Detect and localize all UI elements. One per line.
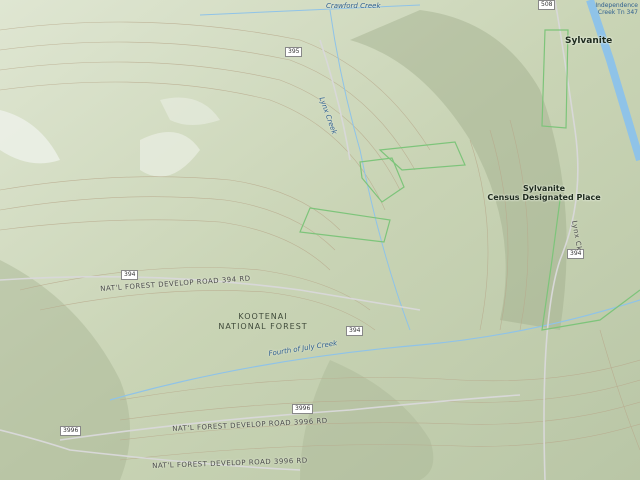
area-label-kootenai-national-forest: KOOTENAI NATIONAL FOREST [208, 312, 318, 332]
place-label-independence-creek: Independence Creek Tn 347 [582, 2, 638, 16]
independence-line1: Independence [595, 2, 638, 9]
route-shield-394-left: 394 [121, 270, 139, 280]
kootenai-line2: NATIONAL FOREST [218, 322, 308, 331]
kootenai-line1: KOOTENAI [238, 312, 288, 321]
route-shield-394-center: 394 [346, 326, 364, 336]
place-label-sylvanite-cdp: Sylvanite Census Designated Place [486, 184, 602, 202]
terrain-layer [0, 0, 640, 480]
cdp-label-line1: Sylvanite [522, 184, 566, 193]
water-label-crawford-creek: Crawford Creek [326, 2, 381, 10]
map-view[interactable]: 508 395 394 394 394 3996 3996 Sylvanite … [0, 0, 640, 480]
route-shield-3996-left: 3996 [60, 426, 82, 436]
independence-line2: Creek Tn 347 [597, 9, 638, 16]
cdp-label-line2: Census Designated Place [487, 193, 601, 202]
route-shield-395: 395 [285, 47, 303, 57]
route-shield-508: 508 [538, 0, 556, 10]
route-shield-3996-center: 3996 [292, 404, 314, 414]
place-label-sylvanite: Sylvanite [565, 36, 613, 46]
